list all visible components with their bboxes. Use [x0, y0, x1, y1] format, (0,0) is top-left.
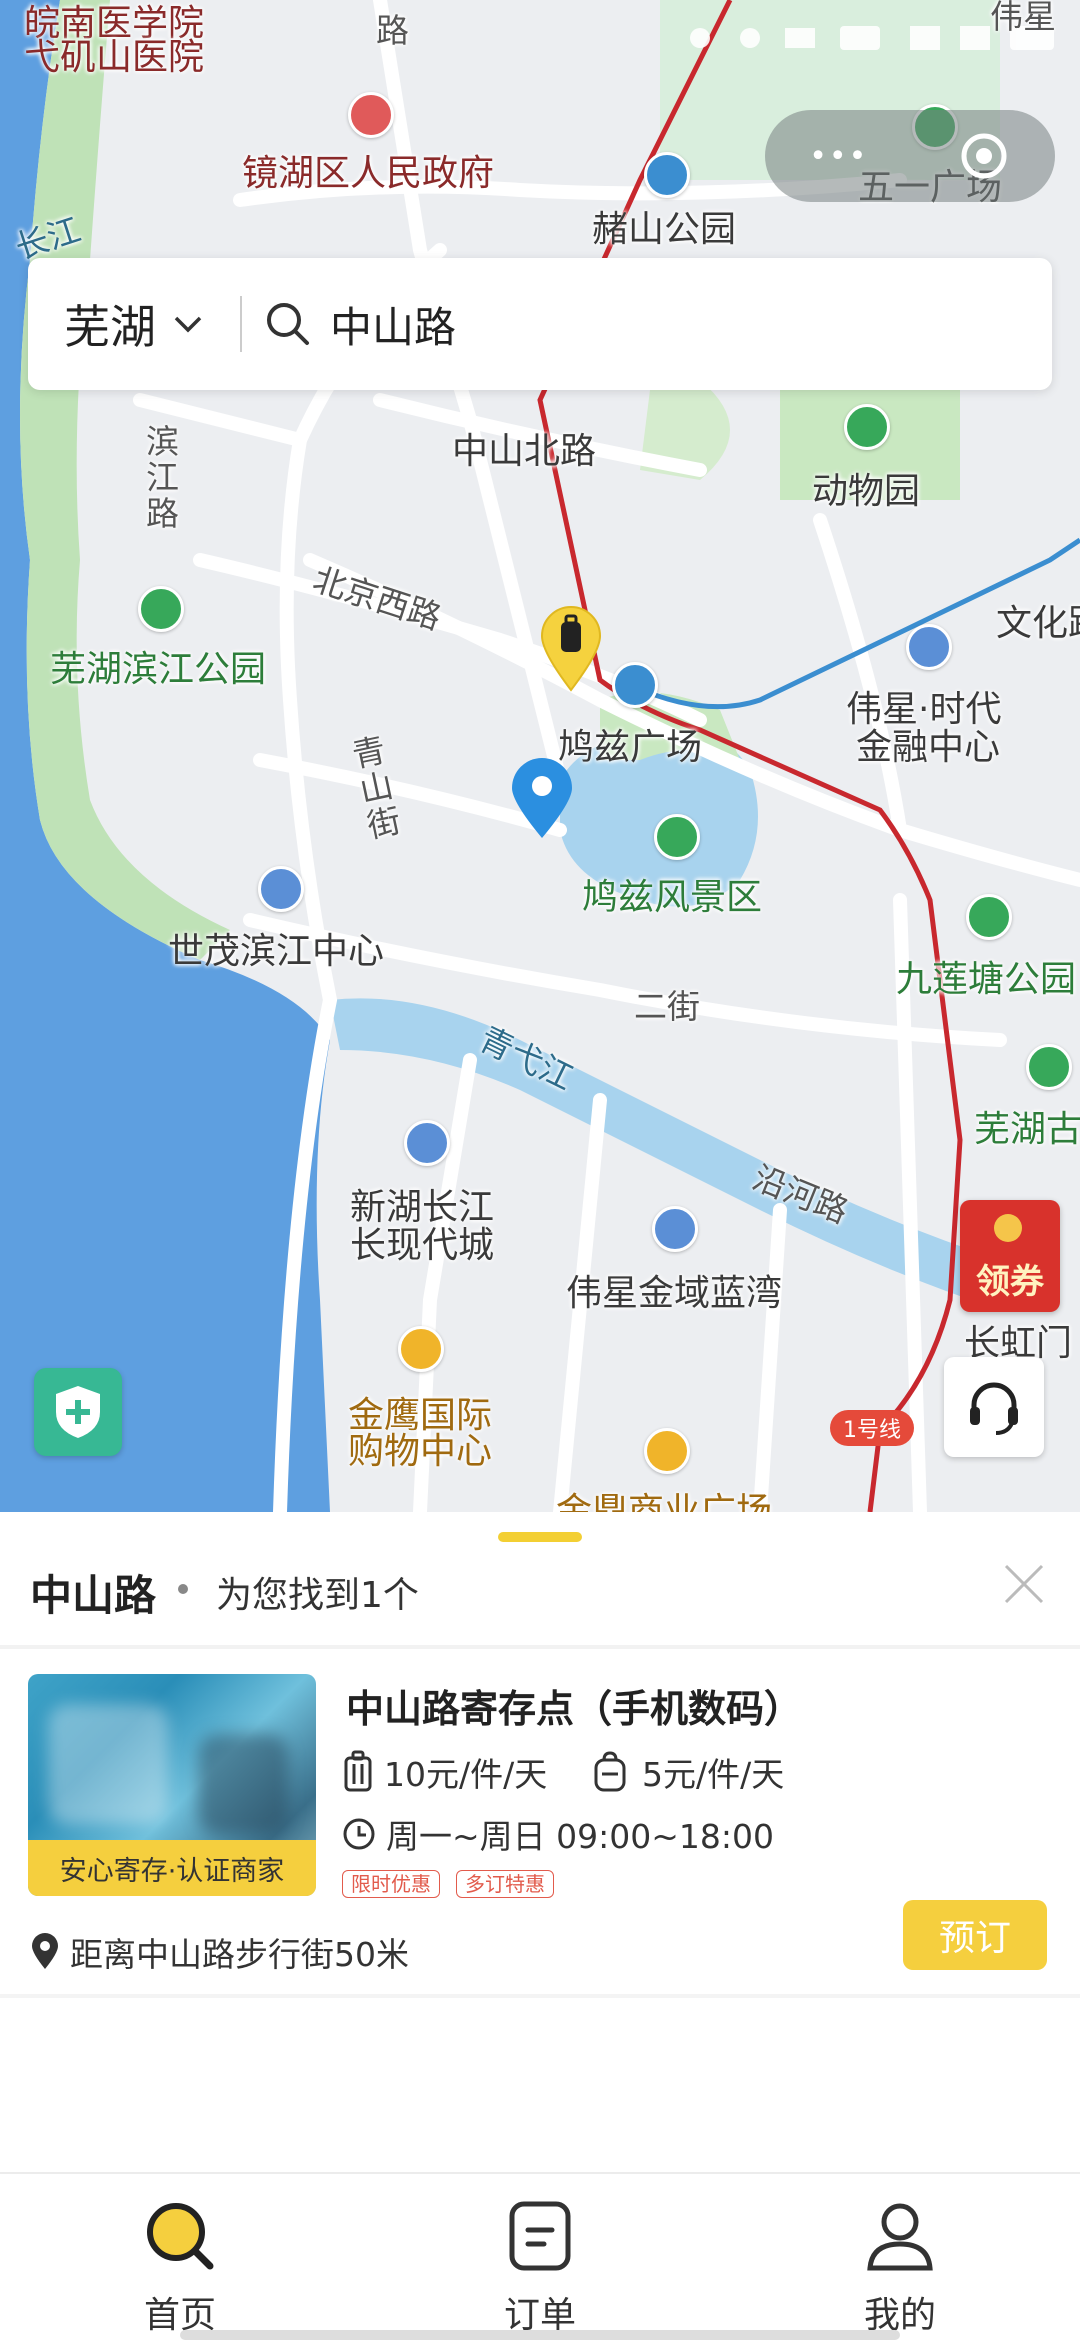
results-count: 为您找到1个 — [216, 1575, 419, 1616]
map-label: 长现代城 — [350, 1225, 495, 1266]
coin-icon — [994, 1214, 1022, 1242]
search-bar[interactable]: 芜湖 中山路 — [28, 258, 1052, 390]
map-label: 芜湖滨江公园 — [50, 649, 267, 690]
book-button[interactable]: 预订 — [903, 1900, 1047, 1970]
city-selector[interactable]: 芜湖 — [64, 291, 206, 357]
search-home-icon — [147, 2203, 214, 2270]
promo-tag: 多订特惠 — [456, 1870, 554, 1898]
residence-icon — [652, 1206, 698, 1252]
metro-line-badge: 1号线 — [830, 1410, 914, 1446]
user-icon — [867, 2203, 933, 2271]
promo-tag: 限时优惠 — [342, 1870, 440, 1898]
government-icon — [348, 92, 394, 138]
map-label: 芜湖古 — [974, 1109, 1080, 1150]
divider — [240, 296, 242, 352]
park-icon — [138, 586, 184, 632]
map-label: 路 — [376, 11, 409, 50]
zoo-icon — [844, 404, 890, 450]
residence-icon — [404, 1120, 450, 1166]
location-pin-icon — [32, 1933, 58, 1969]
headset-icon — [970, 1382, 1018, 1435]
map-label: 文化路 — [996, 603, 1080, 644]
building-icon — [258, 866, 304, 912]
bag-price-text: 5元/件/天 — [642, 1755, 785, 1794]
map-label: 二街 — [634, 987, 700, 1026]
shield-icon — [56, 1386, 100, 1438]
map-label: 金鼎商业广场 — [556, 1491, 773, 1512]
map-label: 九莲塘公园 — [896, 959, 1077, 1000]
scenic-spot-icon — [654, 814, 700, 860]
building-icon — [906, 624, 952, 670]
metro-station-icon — [644, 152, 690, 198]
search-icon — [267, 303, 309, 345]
sheet-drag-handle[interactable] — [498, 1532, 582, 1542]
map-label: 鸠兹广场 — [558, 727, 703, 768]
coupon-label: 领券 — [976, 1262, 1044, 1302]
city-label: 芜湖 — [64, 300, 156, 354]
distance-text: 距离中山路步行街50米 — [70, 1935, 409, 1974]
customer-service-button[interactable] — [944, 1357, 1044, 1457]
close-icon[interactable] — [1000, 1560, 1048, 1608]
metro-station-icon — [612, 662, 658, 708]
opening-hours: 周一~周日 09:00~18:00 — [342, 1810, 774, 1858]
bottom-tab-bar: 首页 订单 我的 — [0, 2172, 1080, 2342]
chevron-down-icon — [174, 316, 202, 333]
park-icon — [966, 894, 1012, 940]
tab-home[interactable]: 首页 — [80, 2174, 280, 2342]
more-menu-button[interactable]: ••• — [809, 139, 868, 174]
orders-icon — [509, 2201, 571, 2271]
divider — [0, 1994, 1080, 1998]
separator-dot — [178, 1584, 188, 1594]
safety-button[interactable] — [34, 1368, 122, 1456]
current-location-marker — [512, 758, 572, 838]
coupon-button[interactable]: 领券 — [950, 1192, 1070, 1322]
map-label: 弋矶山医院 — [24, 37, 205, 78]
tab-mine[interactable]: 我的 — [800, 2174, 1000, 2342]
distance-info: 距离中山路步行街50米 — [30, 1928, 409, 1976]
verified-merchant-badge: 安心寄存·认证商家 — [28, 1840, 316, 1896]
close-miniprogram-icon[interactable] — [957, 129, 1011, 183]
tab-orders[interactable]: 订单 — [440, 2174, 640, 2342]
map-label: 鸠兹风景区 — [582, 877, 763, 918]
results-title: 中山路 — [30, 1571, 157, 1620]
map-label: 购物中心 — [348, 1431, 493, 1472]
search-input[interactable]: 中山路 — [330, 294, 456, 355]
miniprogram-capsule[interactable]: ••• — [765, 110, 1055, 202]
map-label: 伟星金域蓝湾 — [566, 1273, 783, 1314]
shopping-icon — [644, 1428, 690, 1474]
clock-icon — [343, 1818, 375, 1850]
store-name[interactable]: 中山路寄存点（手机数码） — [346, 1678, 802, 1733]
bag-price: 5元/件/天 — [592, 1748, 784, 1796]
home-indicator — [180, 2330, 900, 2340]
map-label: 滨江路 — [146, 422, 179, 533]
map-view[interactable]: 皖南医学院 弋矶山医院 镜湖区人民政府 赭山公园 五一广场 长江 中山北路 动物… — [0, 0, 1080, 1512]
shopping-icon — [398, 1326, 444, 1372]
map-label: 动物园 — [812, 471, 921, 512]
luggage-price: 10元/件/天 — [342, 1748, 547, 1796]
storage-location-marker[interactable] — [536, 604, 606, 692]
map-label: 中山北路 — [452, 431, 597, 472]
scenic-spot-icon — [1026, 1044, 1072, 1090]
map-label: 伟星 — [990, 0, 1056, 36]
luggage-price-text: 10元/件/天 — [384, 1755, 548, 1794]
map-label: 镜湖区人民政府 — [242, 153, 495, 194]
map-label: 金融中心 — [856, 727, 1001, 768]
suitcase-icon — [344, 1750, 372, 1792]
map-label: 赭山公园 — [592, 209, 737, 250]
opening-hours-text: 周一~周日 09:00~18:00 — [386, 1817, 774, 1856]
backpack-icon — [594, 1751, 626, 1792]
map-label: 世茂滨江中心 — [168, 931, 385, 972]
divider — [0, 1645, 1080, 1649]
